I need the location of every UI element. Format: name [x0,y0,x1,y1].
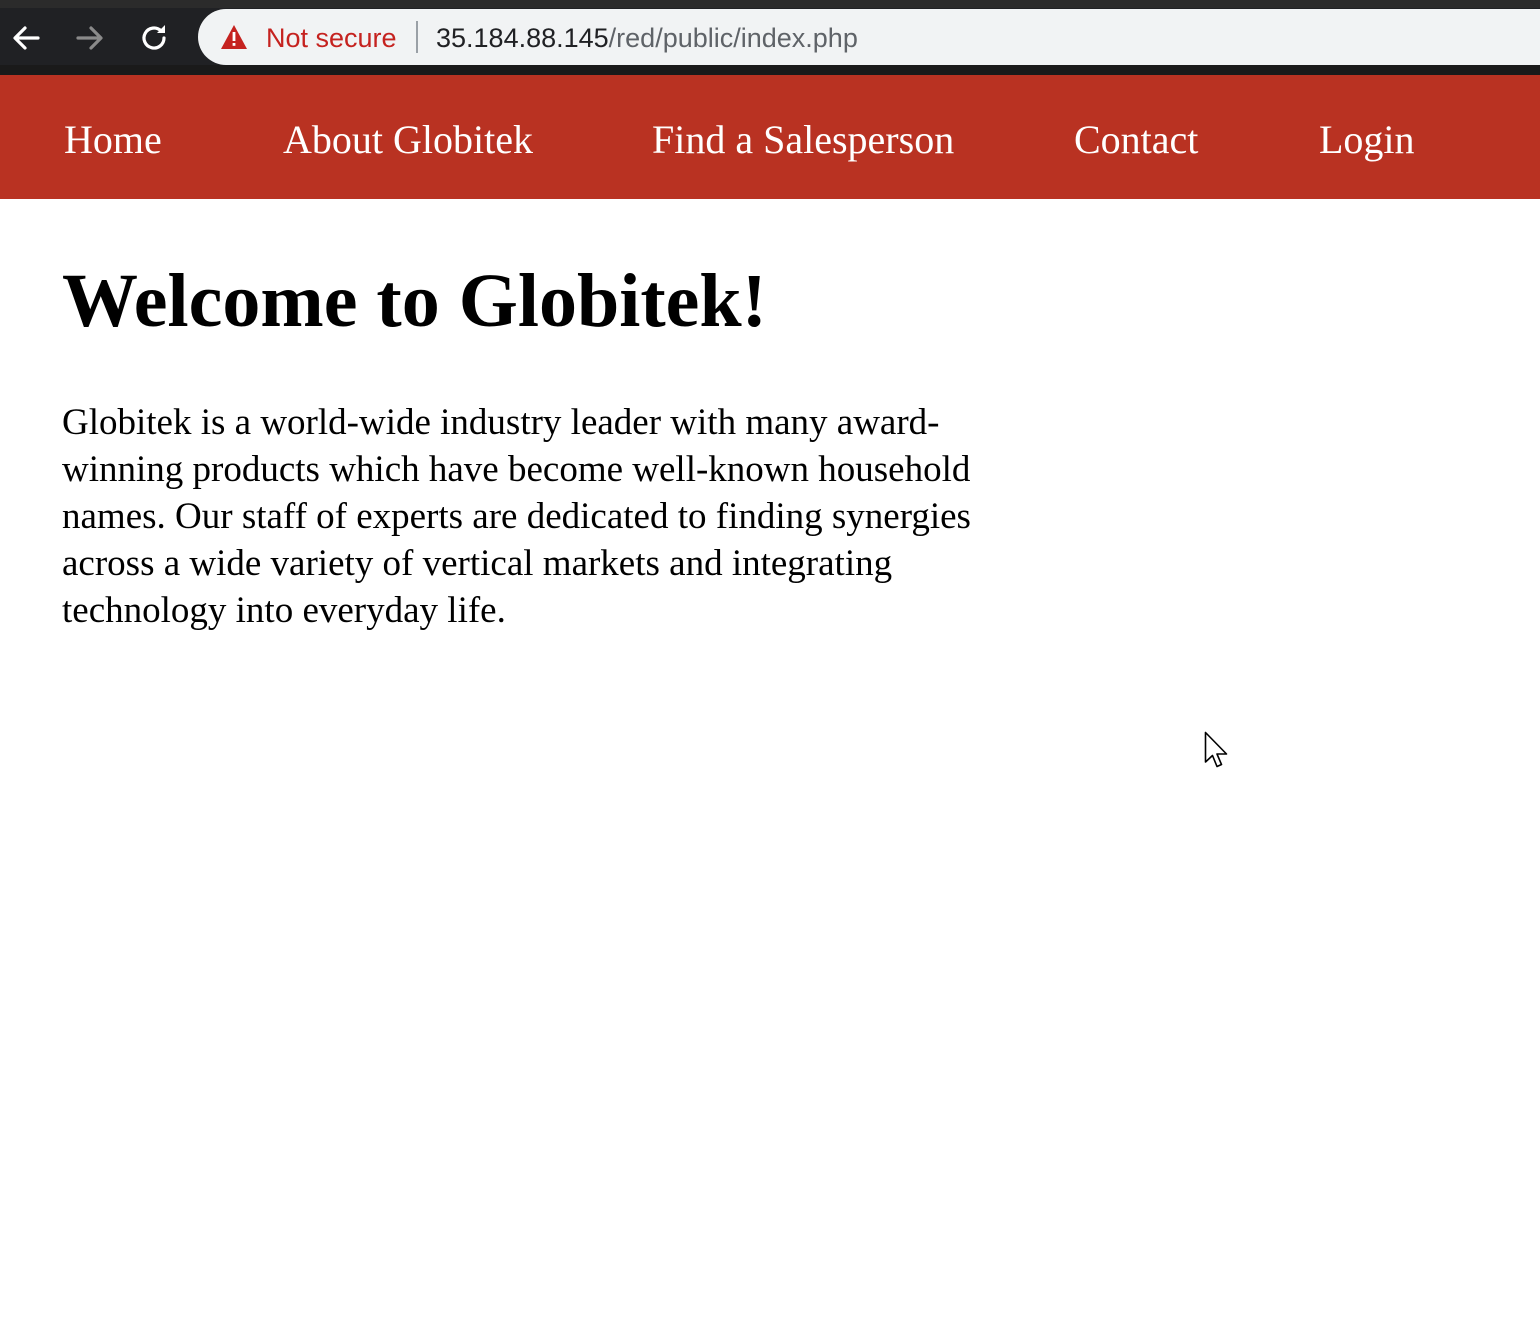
nav-link-login[interactable]: Login [1319,117,1415,163]
browser-toolbar: Not secure 35.184.88.145/red/public/inde… [0,0,1540,75]
url-host: 35.184.88.145 [436,23,609,53]
reload-button[interactable] [132,16,176,60]
forward-button[interactable] [68,16,112,60]
mouse-pointer-icon [1204,731,1228,768]
nav-link-contact[interactable]: Contact [1074,117,1198,163]
url-path: /red/public/index.php [608,23,858,53]
reload-icon [142,25,166,50]
intro-paragraph: Globitek is a world-wide industry leader… [62,402,971,631]
page-title: Welcome to Globitek! [62,259,767,343]
back-button[interactable] [4,16,48,60]
nav-link-find-salesperson[interactable]: Find a Salesperson [652,117,954,163]
main-content: Welcome to Globitek! Globitek is a world… [62,199,1062,634]
toolbar-bottom-edge [0,65,1540,75]
warning-triangle-icon[interactable] [220,24,248,50]
address-bar[interactable]: Not secure 35.184.88.145/red/public/inde… [198,9,1540,65]
site-navigation: Home About Globitek Find a Salesperson C… [0,75,1540,199]
arrow-right-icon [76,26,103,50]
security-status-label[interactable]: Not secure [266,23,397,53]
address-bar-divider [416,21,418,53]
nav-link-about[interactable]: About Globitek [283,117,533,163]
nav-link-home[interactable]: Home [64,117,162,163]
arrow-left-icon [13,26,40,50]
url-text[interactable]: 35.184.88.145/red/public/index.php [436,23,858,53]
